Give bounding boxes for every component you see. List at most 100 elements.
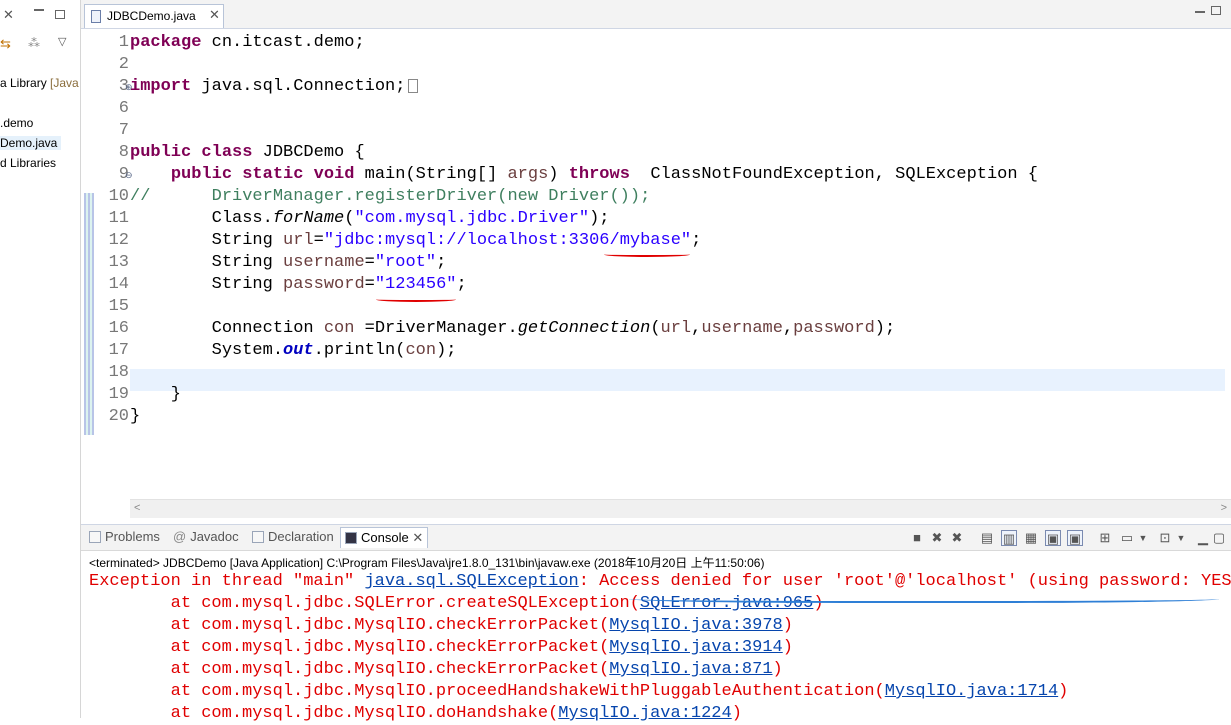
close-tab-icon[interactable]: ✕ [412,530,423,545]
code-line: Class.forName("com.mysql.jdbc.Driver"); [130,209,610,228]
line-number: 15 [108,297,129,316]
remove-all-terminated-icon[interactable]: ✖ [949,530,965,546]
line-number: 13 [108,253,129,272]
chevron-down-icon[interactable]: ▼ [1173,530,1189,546]
stack-trace-line: at com.mysql.jdbc.MysqlIO.doHandshake(My… [89,704,742,723]
current-line-highlight [130,369,1225,391]
minimize-icon[interactable]: ▁ [1195,530,1211,546]
line-number: 20 [108,407,129,426]
show-on-stderr-icon[interactable]: ▣ [1067,530,1083,546]
maximize-icon[interactable]: ▢ [1211,530,1227,546]
stack-link[interactable]: MysqlIO.java:3914 [609,638,782,657]
close-tab-icon[interactable]: ✕ [209,7,220,23]
red-annotation-underline [376,297,456,302]
word-wrap-icon[interactable]: ▦ [1023,530,1039,546]
line-number: 6 [118,99,129,118]
tab-declaration[interactable]: Declaration [252,529,334,544]
link-editor-icon[interactable]: ⇆ [0,36,11,52]
editor-tab-jdbcdemo[interactable]: JDBCDemo.java ✕ [84,4,224,28]
blue-annotation-underline [629,593,1219,603]
horizontal-scrollbar[interactable]: < > [130,499,1231,518]
package-explorer: ✕ ⇆ ⁂ ▽ a Library [Java .demo Demo.java … [0,0,81,718]
minimize-icon[interactable] [1195,11,1205,13]
explorer-item[interactable]: d Libraries [0,156,56,170]
code-line: String username="root"; [130,253,447,272]
line-number: 8 [118,143,129,162]
scroll-left-icon[interactable]: < [134,502,140,514]
tab-console[interactable]: Console ✕ [340,527,429,548]
console-toolbar: ■ ✖ ✖ ▤ ▥ ▦ ▣ ▣ ⊞ ▭ ▼ ⊡ ▼ ▁ ▢ [905,530,1225,546]
overview-ruler [81,29,97,499]
bottom-tab-bar: Problems @ Javadoc Declaration Console ✕ … [81,525,1231,551]
line-number: 19 [108,385,129,404]
code-line: public static void main(String[] args) t… [170,165,1038,184]
stack-link[interactable]: MysqlIO.java:871 [609,660,772,679]
tab-problems[interactable]: Problems [89,529,160,544]
console-status: <terminated> JDBCDemo [Java Application]… [89,556,765,570]
line-number: 10 [108,187,129,206]
console-icon [345,532,357,544]
code-line: import java.sql.Connection; [130,76,419,98]
folded-imports-icon[interactable] [408,78,419,93]
code-line: String url="jdbc:mysql://localhost:3306/… [130,231,702,250]
java-file-icon [91,10,101,23]
editor-window-controls [1195,6,1225,18]
scroll-right-icon[interactable]: > [1221,502,1227,514]
code-line-comment: // DriverManager.registerDriver(new Driv… [130,187,651,206]
stack-link[interactable]: MysqlIO.java:3978 [609,616,782,635]
line-number: 17 [108,341,129,360]
explorer-item[interactable]: .demo [0,116,33,130]
maximize-icon[interactable] [1211,6,1221,15]
line-number: 14 [108,275,129,294]
line-number: 1 [118,33,129,52]
close-icon[interactable]: ✕ [3,7,14,23]
code-line: } [130,385,182,404]
code-line: package cn.itcast.demo; [130,33,365,52]
console-panel: Problems @ Javadoc Declaration Console ✕ … [81,524,1231,723]
explorer-toolbar: ✕ [0,0,80,32]
line-number: 16 [108,319,129,338]
at-icon: @ [173,529,187,544]
explorer-item-selected[interactable]: Demo.java [0,136,61,150]
chevron-down-icon[interactable]: ▽ [58,35,66,48]
stack-trace-line: at com.mysql.jdbc.MysqlIO.checkErrorPack… [89,616,793,635]
pin-console-icon[interactable]: ⊞ [1097,530,1113,546]
view-menu-icon[interactable]: ⁂ [28,36,40,50]
line-number: 11 [108,209,129,228]
problems-icon [89,531,101,543]
chevron-down-icon[interactable]: ▼ [1135,530,1151,546]
code-editor: JDBCDemo.java ✕ 1 2 3 ⊕ 6 7 8 9 ⊖ 10 11 … [81,0,1231,518]
declaration-icon [252,531,264,543]
terminate-icon[interactable]: ■ [909,530,925,546]
show-on-stdout-icon[interactable]: ▣ [1045,530,1061,546]
exception-link[interactable]: java.sql.SQLException [364,572,578,591]
line-number: 12 [108,231,129,250]
stack-trace-line: at com.mysql.jdbc.MysqlIO.checkErrorPack… [89,660,783,679]
stack-link[interactable]: MysqlIO.java:1224 [558,704,731,723]
open-console-icon[interactable]: ⊡ [1157,530,1173,546]
code-line: public class JDBCDemo { [130,143,365,162]
change-bar [84,193,94,435]
line-number: 18 [108,363,129,382]
console-exception-line: Exception in thread "main" java.sql.SQLE… [89,572,1231,591]
explorer-item[interactable]: a Library [Java [0,76,79,90]
clear-console-icon[interactable]: ▤ [979,530,995,546]
line-number-gutter: 1 2 3 ⊕ 6 7 8 9 ⊖ 10 11 12 13 14 15 16 1… [97,29,133,499]
stack-trace-line: at com.mysql.jdbc.MysqlIO.proceedHandsha… [89,682,1069,701]
stack-trace-line: at com.mysql.jdbc.MysqlIO.checkErrorPack… [89,638,793,657]
editor-tab-bar: JDBCDemo.java ✕ [81,0,1231,29]
editor-tab-label: JDBCDemo.java [107,9,196,23]
maximize-icon[interactable] [55,10,65,19]
line-number: 2 [118,55,129,74]
scroll-lock-icon[interactable]: ▥ [1001,530,1017,546]
tab-javadoc[interactable]: @ Javadoc [173,529,239,544]
minimize-icon[interactable] [34,9,44,11]
code-line: } [130,407,141,426]
remove-launch-icon[interactable]: ✖ [929,530,945,546]
display-console-icon[interactable]: ▭ [1119,530,1135,546]
code-line: String password="123456"; [130,275,467,294]
code-line: System.out.println(con); [130,341,457,360]
stack-link[interactable]: MysqlIO.java:1714 [885,682,1058,701]
code-area[interactable]: package cn.itcast.demo; import java.sql.… [130,29,1225,499]
code-line: Connection con =DriverManager.getConnect… [130,319,896,338]
